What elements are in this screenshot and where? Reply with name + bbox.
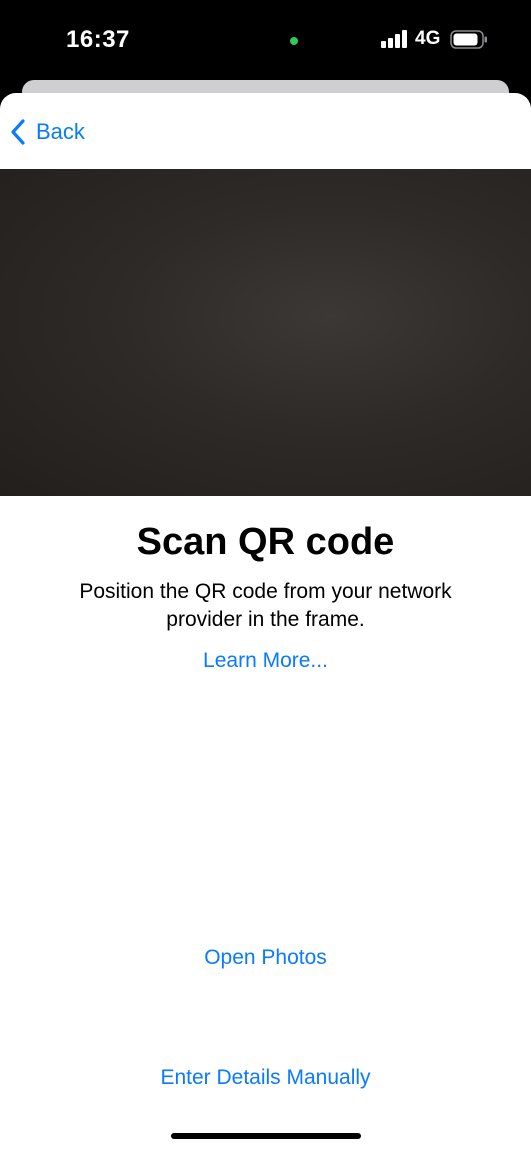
network-type: 4G <box>415 28 441 49</box>
battery-icon <box>450 30 487 49</box>
cellular-signal-icon <box>381 30 409 48</box>
open-photos-button[interactable]: Open Photos <box>0 946 531 970</box>
scan-qr-sheet: Back Scan QR code Position the QR code f… <box>0 93 531 1153</box>
screen: 16:37 4G Back Scan QR code Position the … <box>0 0 531 1153</box>
home-indicator[interactable] <box>171 1133 361 1139</box>
status-time: 16:37 <box>66 26 130 53</box>
enter-details-manually-button[interactable]: Enter Details Manually <box>0 1066 531 1090</box>
status-bar: 16:37 4G <box>0 0 531 80</box>
learn-more-link[interactable]: Learn More... <box>0 649 531 673</box>
back-label: Back <box>36 119 85 144</box>
chevron-left-icon <box>11 119 25 145</box>
page-title: Scan QR code <box>136 521 395 563</box>
mic-in-use-indicator <box>290 37 298 45</box>
camera-viewfinder[interactable] <box>0 169 531 496</box>
instruction-text: Position the QR code from your network p… <box>79 580 452 631</box>
back-button[interactable]: Back <box>10 115 85 149</box>
navigation-bar: Back <box>0 93 531 169</box>
